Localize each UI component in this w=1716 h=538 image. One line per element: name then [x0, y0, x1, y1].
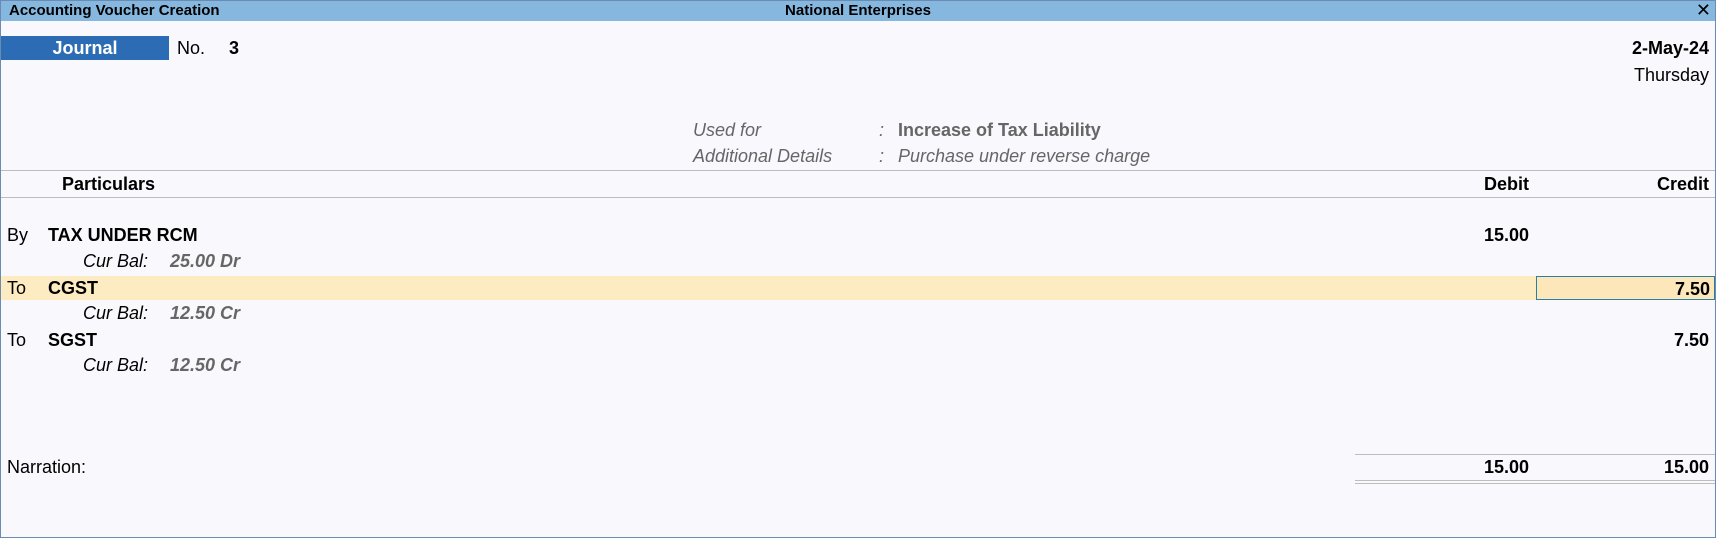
particulars-header: Particulars — [62, 174, 156, 194]
debit-header: Debit — [1484, 174, 1529, 194]
used-for-value[interactable]: Increase of Tax Liability — [898, 120, 1101, 141]
entry-row[interactable]: By TAX UNDER RCM 15.00 — [1, 223, 1715, 247]
additional-details-label: Additional Details — [693, 146, 833, 166]
additional-details-colon: : — [879, 146, 885, 166]
totals-divider-bottom-double — [1355, 483, 1715, 484]
entry-ledger[interactable]: CGST — [48, 278, 98, 299]
company-name: National Enterprises — [785, 2, 931, 19]
header-divider-top — [1, 170, 1715, 171]
entry-ledger[interactable]: SGST — [48, 330, 97, 351]
cur-bal-label: Cur Bal: — [83, 355, 149, 375]
additional-details-value[interactable]: Purchase under reverse charge — [898, 146, 1150, 167]
entry-credit-input[interactable]: 7.50 — [1536, 276, 1715, 300]
entry-debit[interactable]: 15.00 — [1484, 225, 1529, 246]
narration-label[interactable]: Narration: — [7, 457, 86, 478]
window-title: Accounting Voucher Creation — [9, 2, 220, 19]
title-bar: Accounting Voucher Creation National Ent… — [1, 0, 1715, 21]
header-divider-bottom — [1, 197, 1715, 198]
totals-divider-bottom — [1355, 480, 1715, 481]
total-credit: 15.00 — [1663, 457, 1709, 477]
entry-credit[interactable]: 7.50 — [1674, 330, 1709, 351]
used-for-label: Used for — [693, 120, 762, 140]
voucher-window: Accounting Voucher Creation National Ent… — [0, 0, 1716, 538]
entry-row[interactable]: To SGST 7.50 — [1, 328, 1715, 352]
voucher-no-value[interactable]: 3 — [229, 38, 239, 59]
credit-header: Credit — [1656, 174, 1709, 194]
entry-prefix[interactable]: To — [7, 278, 26, 299]
close-icon[interactable]: ✕ — [1696, 0, 1711, 21]
cur-bal-label: Cur Bal: — [83, 303, 149, 323]
voucher-no-label: No. — [177, 38, 206, 58]
entry-row-active[interactable]: To CGST 7.50 — [1, 276, 1715, 300]
voucher-day: Thursday — [1633, 65, 1709, 85]
voucher-date[interactable]: 2-May-24 — [1632, 38, 1709, 59]
voucher-type-button[interactable]: Journal — [1, 36, 169, 60]
entry-ledger[interactable]: TAX UNDER RCM — [48, 225, 198, 246]
total-debit: 15.00 — [1483, 457, 1529, 477]
entry-prefix[interactable]: To — [7, 330, 26, 351]
totals-divider-top — [1355, 454, 1715, 455]
cur-bal-value: 12.50 Cr — [170, 303, 241, 323]
cur-bal-value: 12.50 Cr — [170, 355, 241, 375]
used-for-colon: : — [879, 120, 885, 140]
cur-bal-value: 25.00 Dr — [170, 251, 241, 271]
entry-prefix[interactable]: By — [7, 225, 28, 246]
cur-bal-label: Cur Bal: — [83, 251, 149, 271]
entry-credit[interactable]: 7.50 — [1675, 279, 1710, 300]
